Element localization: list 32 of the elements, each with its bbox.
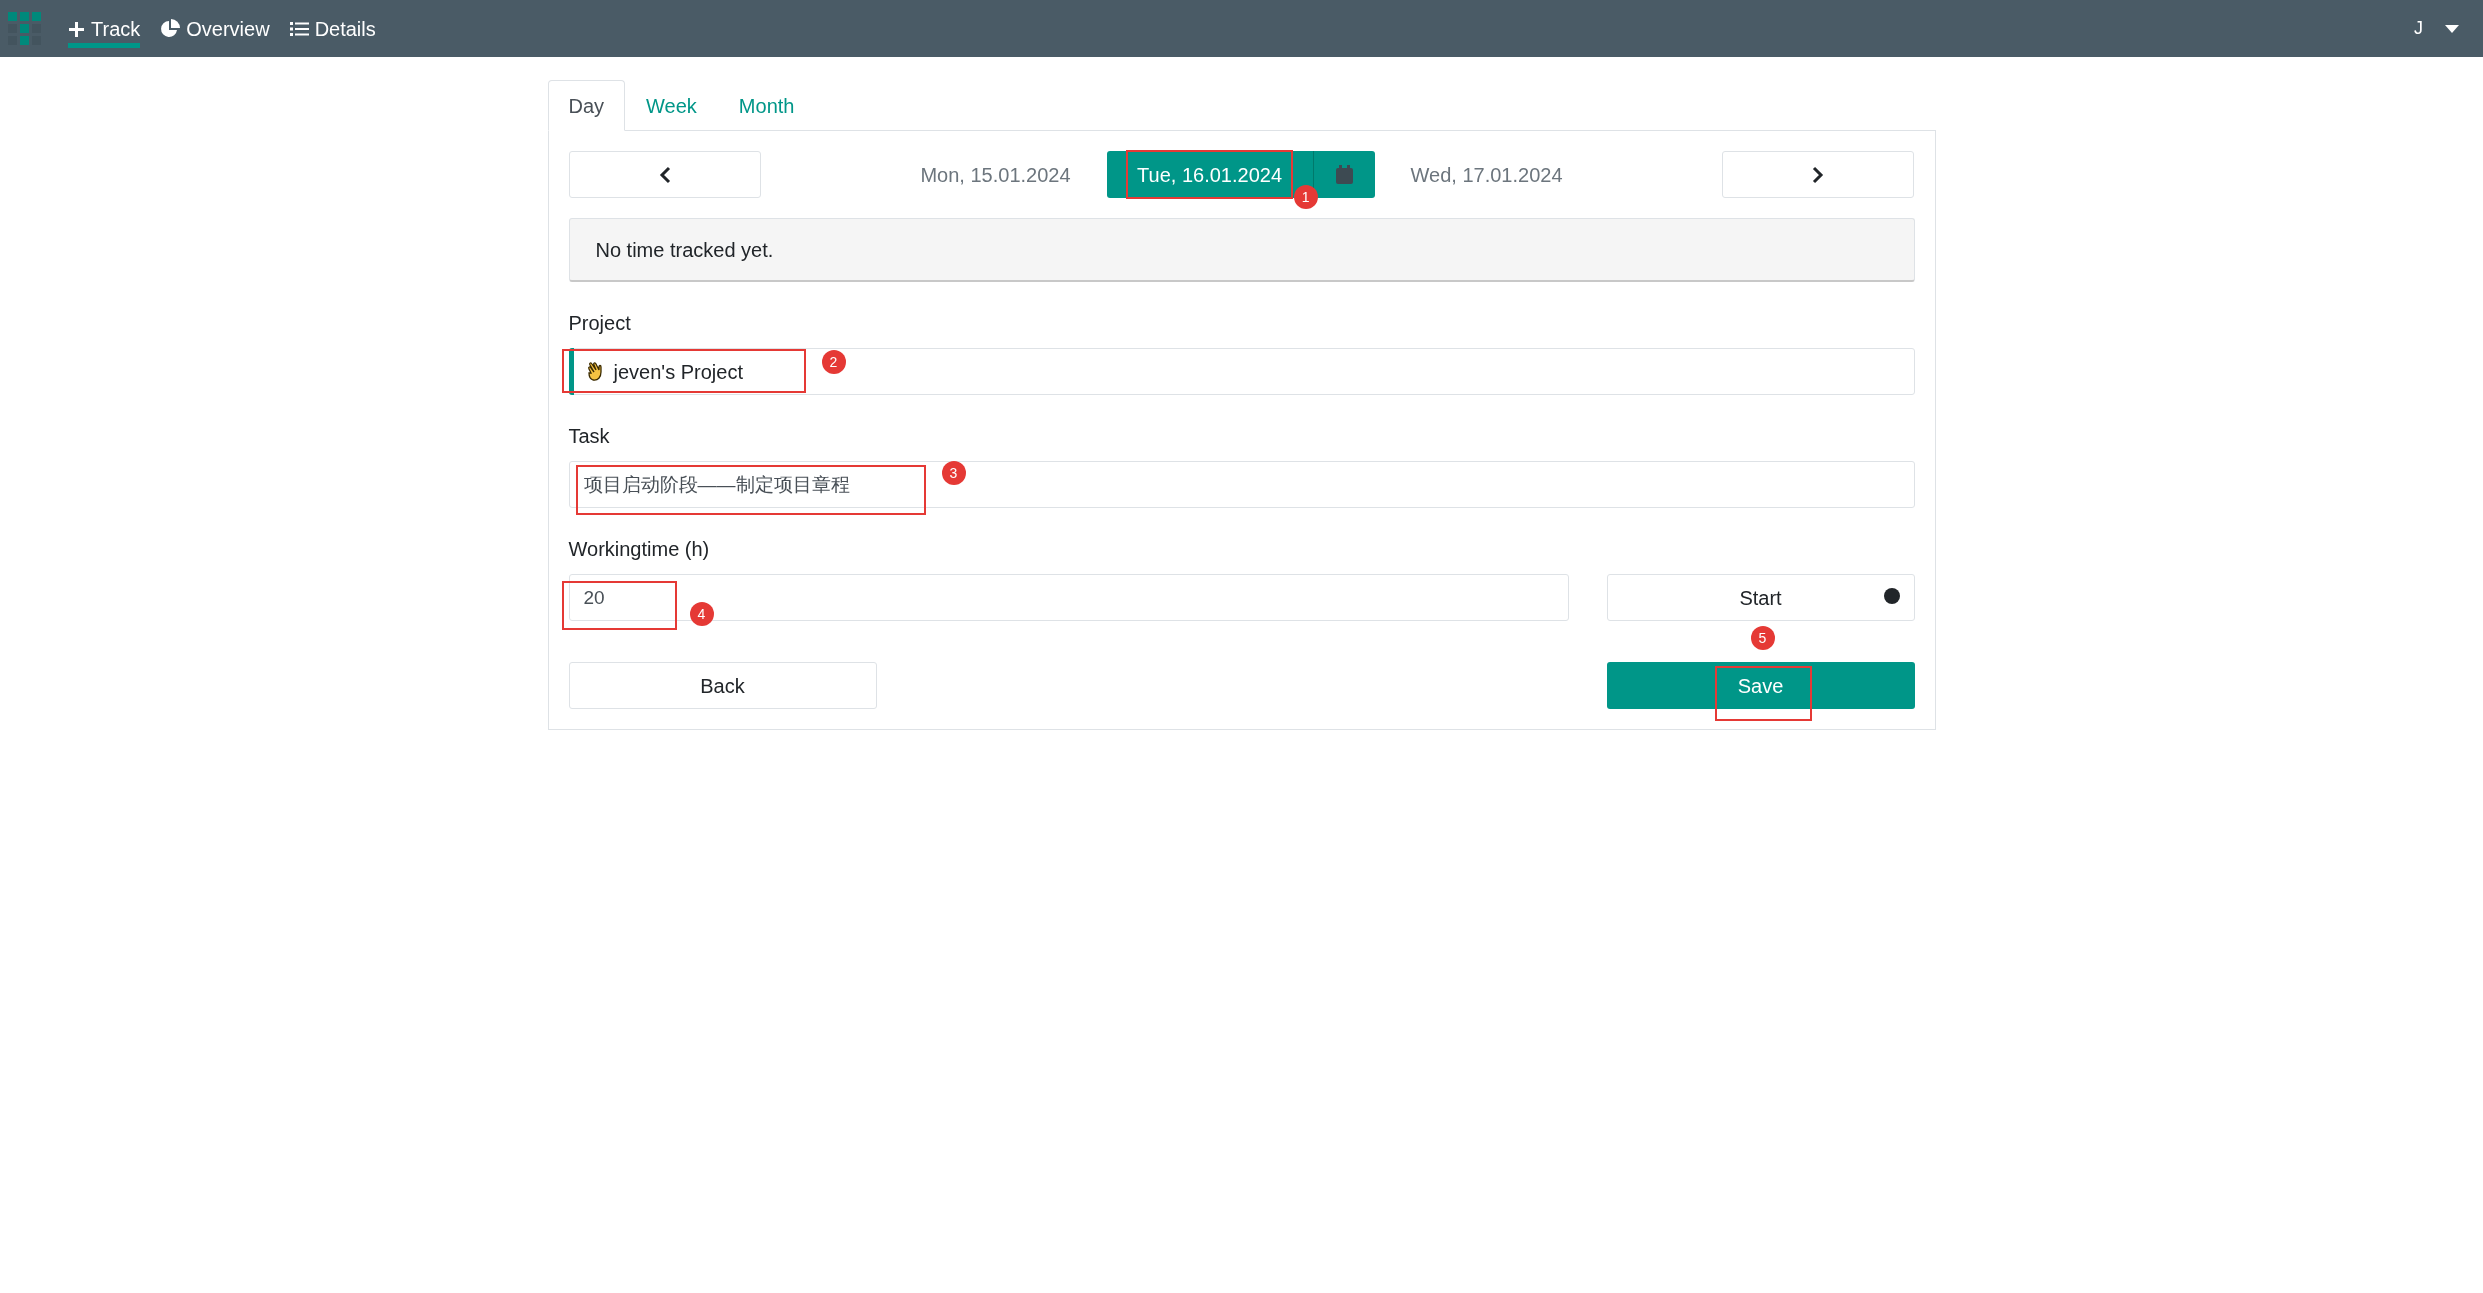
chevron-left-icon xyxy=(658,165,671,184)
tab[interactable]: Day xyxy=(547,80,626,131)
tab[interactable]: Week xyxy=(625,80,718,131)
nav-link[interactable]: Track xyxy=(68,15,141,48)
annotation-number: 2 xyxy=(821,350,846,374)
field-label: Task xyxy=(568,424,611,449)
logo-icon[interactable] xyxy=(8,11,42,46)
calendar-icon xyxy=(1335,165,1353,184)
nav-link[interactable]: Details xyxy=(289,15,376,48)
empty-message: No time tracked yet. xyxy=(568,218,1915,282)
calendar-button[interactable] xyxy=(1312,151,1375,198)
caret-icon[interactable] xyxy=(2445,24,2459,33)
annotation-number: 4 xyxy=(689,602,714,626)
tab[interactable]: Month xyxy=(717,80,816,131)
annotation-number: 3 xyxy=(941,461,966,485)
annotation-number: 5 xyxy=(1750,626,1775,650)
record-icon xyxy=(1883,588,1900,604)
next-day-button[interactable] xyxy=(1722,151,1915,198)
back-button[interactable]: Back xyxy=(568,662,877,709)
user-initial[interactable]: J xyxy=(2414,15,2423,42)
nav-link[interactable]: Overview xyxy=(160,15,270,48)
previous-day-button[interactable] xyxy=(568,151,761,198)
next-date[interactable]: Wed, 17.01.2024 xyxy=(1410,159,1563,190)
chevron-right-icon xyxy=(1812,165,1825,184)
previous-date[interactable]: Mon, 15.01.2024 xyxy=(920,159,1071,190)
field-label: Project xyxy=(568,311,632,336)
save-button[interactable]: Save xyxy=(1606,662,1915,709)
pie-chart-icon xyxy=(160,19,181,39)
start-button[interactable]: Start xyxy=(1606,574,1915,621)
plus-icon xyxy=(68,20,85,38)
list-icon xyxy=(289,21,309,37)
field-label: Workingtime (h) xyxy=(568,537,711,562)
